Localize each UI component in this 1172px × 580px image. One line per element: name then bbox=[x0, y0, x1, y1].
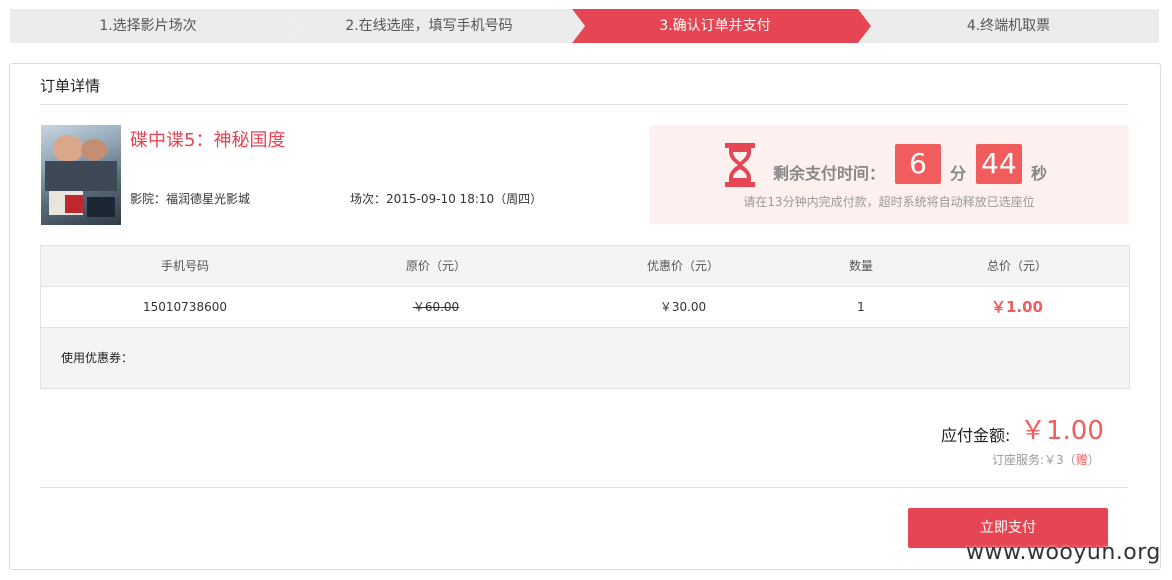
cell-phone: 15010738600 bbox=[143, 300, 227, 314]
countdown-box: 剩余支付时间： 6 分 44 秒 请在13分钟内完成付款，超时系统将自动释放已选… bbox=[649, 125, 1129, 224]
header-total: 总价（元） bbox=[986, 259, 1047, 273]
order-panel: 订单详情 碟中谍5：神秘国度 影院：福润德星光影城 场次：2015-09-10 … bbox=[9, 63, 1161, 570]
step-2-label: 2.在线选座，填写手机号码 bbox=[345, 18, 513, 34]
session-info: 场次：2015-09-10 18:10（周四） bbox=[350, 192, 543, 206]
divider bbox=[40, 104, 1128, 105]
watermark: www.wooyun.org bbox=[966, 540, 1161, 565]
cell-quantity: 1 bbox=[857, 300, 865, 314]
step-4: 4.终端机取票 bbox=[858, 9, 1159, 43]
step-1: 1.选择影片场次 bbox=[10, 9, 299, 43]
divider bbox=[40, 487, 1128, 488]
pay-amount-label: 应付金额: bbox=[941, 426, 1011, 445]
cell-total: ￥1.00 bbox=[990, 298, 1043, 316]
step-3: 3.确认订单并支付 bbox=[572, 9, 871, 43]
service-fee-prefix: 订座服务:￥3（ bbox=[992, 453, 1076, 467]
table-row: 15010738600 ￥60.00 ￥30.00 1 ￥1.00 bbox=[41, 287, 1129, 328]
countdown-seconds: 44 bbox=[976, 144, 1022, 184]
service-fee: 订座服务:￥3（赠） bbox=[992, 451, 1100, 468]
step-3-label: 3.确认订单并支付 bbox=[659, 18, 771, 34]
movie-title: 碟中谍5：神秘国度 bbox=[130, 130, 286, 151]
table-header: 手机号码 原价（元） 优惠价（元） 数量 总价（元） bbox=[41, 246, 1129, 287]
coupon-row[interactable]: 使用优惠券： bbox=[41, 328, 1129, 388]
header-quantity: 数量 bbox=[848, 259, 873, 273]
service-free-tag: 赠 bbox=[1075, 453, 1088, 467]
movie-poster bbox=[41, 125, 121, 225]
step-1-label: 1.选择影片场次 bbox=[99, 18, 197, 34]
cell-discount-price: ￥30.00 bbox=[659, 300, 707, 314]
order-table: 手机号码 原价（元） 优惠价（元） 数量 总价（元） 15010738600 ￥… bbox=[40, 245, 1130, 389]
countdown-minutes: 6 bbox=[895, 144, 941, 184]
header-discount-price: 优惠价（元） bbox=[646, 259, 719, 273]
hourglass-icon bbox=[725, 143, 755, 187]
header-original-price: 原价（元） bbox=[405, 259, 466, 273]
minutes-unit: 分 bbox=[950, 164, 967, 183]
step-4-label: 4.终端机取票 bbox=[966, 18, 1051, 34]
panel-title: 订单详情 bbox=[40, 77, 101, 95]
progress-steps: 1.选择影片场次 2.在线选座，填写手机号码 3.确认订单并支付 4.终端机取票 bbox=[10, 9, 1159, 43]
cell-original-price: ￥60.00 bbox=[412, 300, 460, 314]
service-fee-suffix: ） bbox=[1087, 453, 1100, 467]
pay-amount: ￥1.00 bbox=[1020, 416, 1104, 446]
coupon-label: 使用优惠券： bbox=[61, 351, 134, 365]
countdown-label: 剩余支付时间： bbox=[773, 164, 886, 183]
countdown-hint: 请在13分钟内完成付款，超时系统将自动释放已选座位 bbox=[743, 195, 1035, 209]
cinema-info: 影院：福润德星光影城 bbox=[130, 192, 251, 206]
seconds-unit: 秒 bbox=[1031, 164, 1048, 183]
header-phone: 手机号码 bbox=[160, 259, 209, 273]
step-2: 2.在线选座，填写手机号码 bbox=[286, 9, 585, 43]
